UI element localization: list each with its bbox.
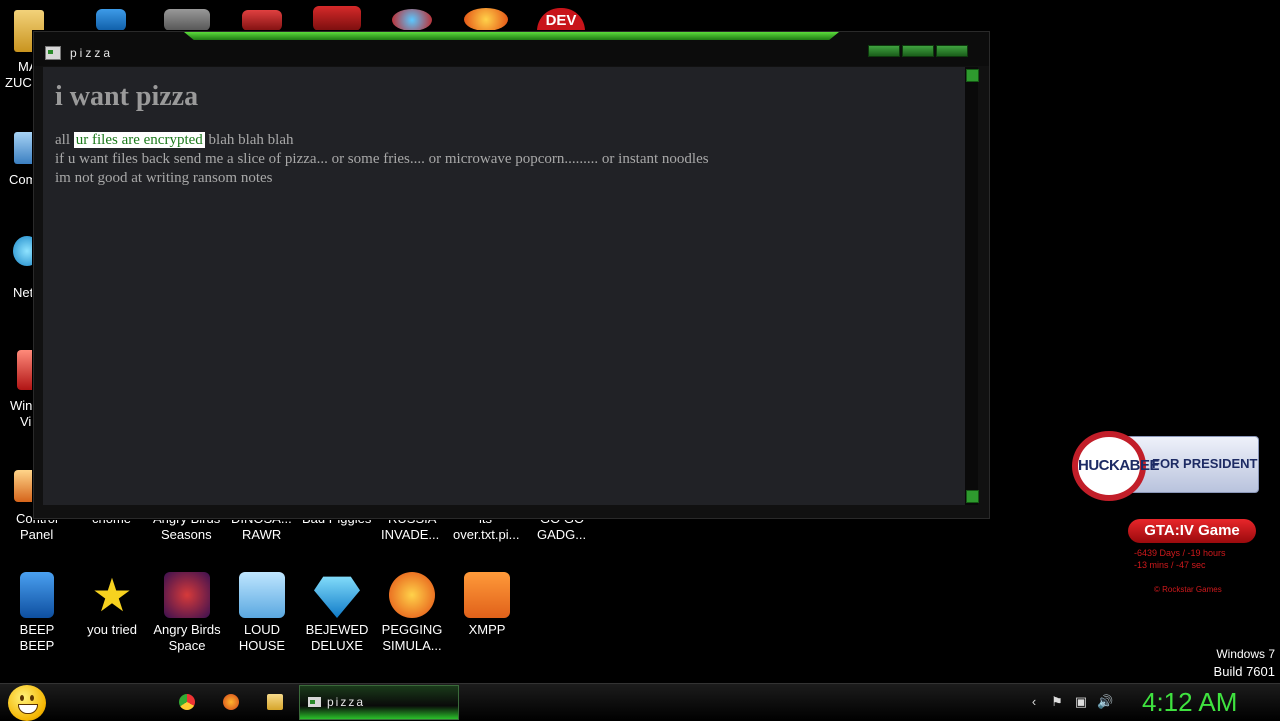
xampp-icon xyxy=(464,572,510,618)
smiley-icon xyxy=(20,695,24,701)
gray-app-icon[interactable] xyxy=(164,9,210,31)
desktop-icon-label: BEJEWED xyxy=(305,622,369,637)
dev-icon[interactable]: DEV xyxy=(537,8,585,31)
highlighted-text: ur files are encrypted xyxy=(73,132,205,148)
taskbar-item-pizza[interactable]: pizza xyxy=(299,685,459,720)
desktop-icon-label: HOUSE xyxy=(238,638,286,653)
desktop-icon-label: SIMULA... xyxy=(382,638,442,653)
title-bar[interactable]: pizza xyxy=(34,32,989,66)
chrome-icon[interactable] xyxy=(179,694,195,710)
scroll-up-button[interactable] xyxy=(966,69,979,82)
taskbar: pizza ‹ ⚑ ▣ 🔊 4:12 AM xyxy=(0,683,1280,721)
windows-build: Build 7601 xyxy=(1213,664,1275,679)
loud-house-icon xyxy=(239,572,285,618)
pegging-icon xyxy=(389,572,435,618)
firefox-icon[interactable] xyxy=(223,694,239,710)
blue-gem-icon xyxy=(314,576,360,618)
star-icon: ★ xyxy=(91,569,133,621)
desktop-icon-label: XMPP xyxy=(468,622,506,637)
desktop-icon-beep-beep[interactable]: BEEP BEEP xyxy=(0,572,74,654)
beep-beep-icon xyxy=(20,572,54,618)
vertical-scrollbar[interactable] xyxy=(965,67,979,505)
note-line-1: all ur files are encrypted blah blah bla… xyxy=(55,131,955,150)
tray-arrow-icon[interactable]: ‹ xyxy=(1026,694,1042,710)
desktop-icon-label-vi: Vi xyxy=(20,414,32,429)
title-bar-glow xyxy=(184,32,839,40)
desktop-icon-label: DELUXE xyxy=(310,638,364,653)
action-center-flag-icon[interactable]: ⚑ xyxy=(1049,694,1065,710)
huckabee-gadget[interactable]: FOR PRESIDENT HUCKABEE xyxy=(1072,431,1259,501)
smiley-icon xyxy=(18,704,38,714)
desktop-icon-label: LOUD xyxy=(243,622,281,637)
gta-countdown-gadget[interactable]: GTA:IV Game -6439 Days / -19 hours -13 m… xyxy=(1128,519,1256,594)
gta-title: GTA:IV Game xyxy=(1128,519,1256,543)
desktop-icon-pegging-simulator[interactable]: PEGGING SIMULA... xyxy=(375,572,449,654)
desktop-icon-label-rawr: RAWR xyxy=(242,527,282,542)
desktop-icon-label: BEEP xyxy=(19,622,55,637)
note-text: all xyxy=(55,132,74,148)
window-controls xyxy=(868,45,968,57)
windows-version-watermark: Windows 7 Build 7601 xyxy=(1214,645,1275,681)
blue-app-icon[interactable] xyxy=(96,9,126,31)
note-text: blah blah blah xyxy=(204,132,294,148)
page-title: i want pizza xyxy=(55,81,199,112)
taskbar-item-label: pizza xyxy=(327,695,366,709)
angry-birds-space-icon xyxy=(164,572,210,618)
network-icon[interactable]: ▣ xyxy=(1073,694,1089,710)
window-title: pizza xyxy=(70,46,114,60)
scroll-down-button[interactable] xyxy=(966,490,979,503)
windows-version: Windows 7 xyxy=(1216,647,1275,661)
desktop-icon-label-over: over.txt.pi... xyxy=(453,527,520,542)
close-button[interactable] xyxy=(936,45,968,57)
gta-countdown-days: -6439 Days / -19 hours xyxy=(1134,548,1226,558)
note-line-2: if u want files back send me a slice of … xyxy=(55,151,709,167)
huckabee-tagline: FOR PRESIDENT xyxy=(1152,456,1258,471)
desktop-icon-angry-birds-space[interactable]: Angry Birds Space xyxy=(150,572,224,654)
desktop-icon-you-tried[interactable]: ★ you tried xyxy=(75,572,149,638)
huckabee-name: HUCKABEE xyxy=(1078,457,1160,474)
red-block-icon[interactable] xyxy=(313,6,361,31)
desktop-icon-label: you tried xyxy=(87,622,137,637)
window-app-icon[interactable] xyxy=(45,46,61,60)
window-app-icon xyxy=(308,697,321,707)
ransom-note: i want pizza all ur files are encrypted … xyxy=(55,81,955,188)
desktop-icon-label-invade: INVADE... xyxy=(381,527,440,542)
gta-countdown-mins: -13 mins / -47 sec xyxy=(1134,560,1206,570)
desktop-icon-xmpp[interactable]: XMPP xyxy=(450,572,524,638)
maximize-button[interactable] xyxy=(902,45,934,57)
huckabee-badge: HUCKABEE xyxy=(1072,431,1160,501)
taskbar-clock[interactable]: 4:12 AM xyxy=(1142,685,1237,719)
minimize-button[interactable] xyxy=(868,45,900,57)
desktop-icon-label-gadg: GADG... xyxy=(537,527,587,542)
red-app-icon[interactable] xyxy=(242,10,282,31)
desktop-icon-label: BEEP xyxy=(19,638,55,653)
desktop-icon-label: Space xyxy=(168,638,206,653)
volume-icon[interactable]: 🔊 xyxy=(1097,694,1113,710)
desktop-icon-label: PEGGING xyxy=(381,622,443,637)
window-content: i want pizza all ur files are encrypted … xyxy=(43,67,965,505)
gta-footer: © Rockstar Games xyxy=(1154,585,1222,594)
desktop-icon-label: Angry Birds xyxy=(153,622,221,637)
folder-icon[interactable] xyxy=(267,694,283,710)
start-button[interactable] xyxy=(8,685,46,721)
desktop-icon-bejeweled-deluxe[interactable]: BEJEWED DELUXE xyxy=(300,572,374,654)
pegging-icon-top[interactable] xyxy=(464,8,508,31)
note-line-3: im not good at writing ransom notes xyxy=(55,170,273,186)
pizza-window: pizza i want pizza all ur files are encr… xyxy=(33,31,990,519)
desktop-icon-loud-house[interactable]: LOUD HOUSE xyxy=(225,572,299,654)
smiley-icon xyxy=(30,695,34,701)
blue-diamond-icon[interactable] xyxy=(392,9,432,31)
desktop-icon-label-seasons: Seasons xyxy=(161,527,212,542)
desktop-icon-label-panel: Panel xyxy=(20,527,54,542)
desktop-icon-label-network: Net xyxy=(13,285,34,300)
desktop-icon-label-windows: Win xyxy=(10,398,33,413)
